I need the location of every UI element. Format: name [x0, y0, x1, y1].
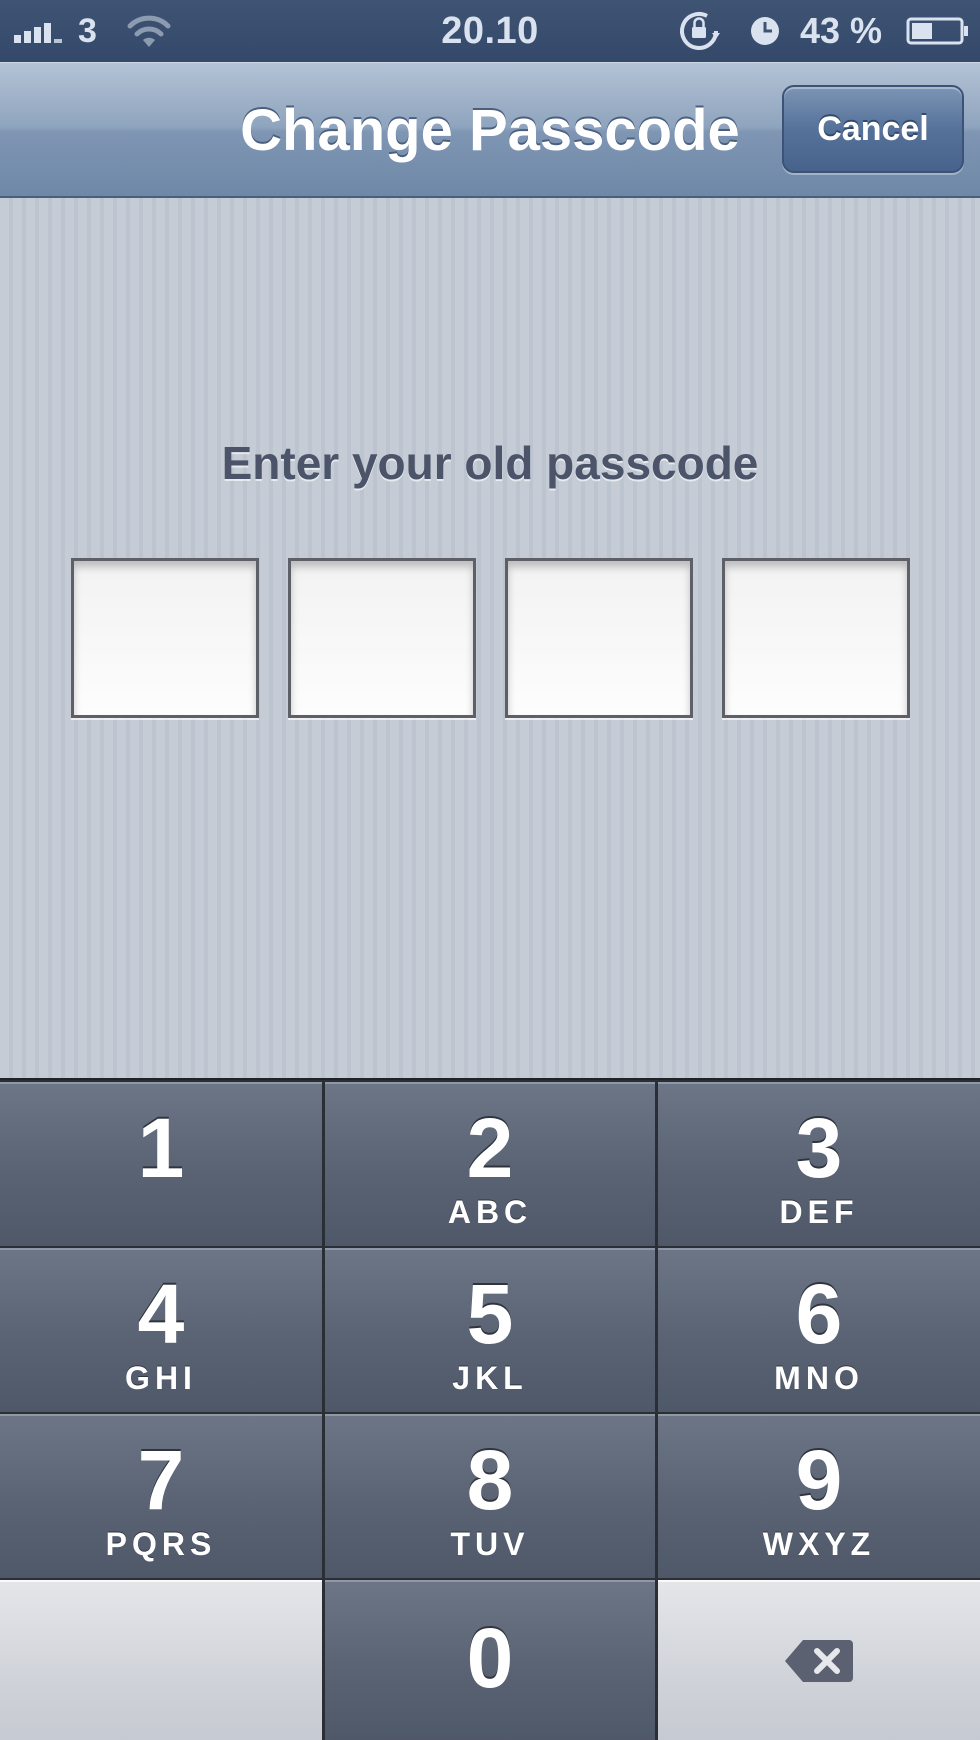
- key-5[interactable]: 5 JKL: [325, 1248, 655, 1412]
- key-0[interactable]: 0: [325, 1580, 655, 1740]
- keypad-blank-key: [0, 1580, 322, 1740]
- battery-icon: [906, 0, 970, 62]
- battery-fill: [912, 23, 932, 39]
- key-digit: 5: [466, 1267, 514, 1361]
- key-digit: 9: [795, 1433, 843, 1527]
- key-letters: PQRS: [105, 1526, 217, 1562]
- key-3[interactable]: 3 DEF: [658, 1082, 980, 1246]
- passcode-prompt: Enter your old passcode: [221, 437, 759, 489]
- key-letters: GHI: [125, 1360, 197, 1396]
- cancel-button[interactable]: Cancel: [782, 85, 964, 173]
- key-letters: DEF: [779, 1194, 859, 1230]
- key-7[interactable]: 7 PQRS: [0, 1414, 322, 1578]
- status-bar: 3 20.10 43 %: [0, 0, 980, 62]
- key-6[interactable]: 6 MNO: [658, 1248, 980, 1412]
- navigation-bar: Change Passcode Cancel: [0, 62, 980, 198]
- passcode-digit-field-1[interactable]: [71, 558, 259, 718]
- delete-key[interactable]: [658, 1580, 980, 1740]
- key-digit: 8: [466, 1433, 514, 1527]
- key-9[interactable]: 9 WXYZ: [658, 1414, 980, 1578]
- passcode-digit-field-2[interactable]: [288, 558, 476, 718]
- key-digit: 0: [466, 1611, 514, 1705]
- key-digit: 7: [137, 1433, 185, 1527]
- key-1[interactable]: 1: [0, 1082, 322, 1246]
- key-digit: 6: [795, 1267, 843, 1361]
- key-digit: 4: [137, 1267, 185, 1361]
- key-letters: WXYZ: [762, 1526, 876, 1562]
- key-8[interactable]: 8 TUV: [325, 1414, 655, 1578]
- key-digit: 1: [137, 1101, 185, 1195]
- key-digit: 2: [466, 1101, 514, 1195]
- passcode-digit-field-3[interactable]: [505, 558, 693, 718]
- key-2[interactable]: 2 ABC: [325, 1082, 655, 1246]
- backspace-icon: [658, 1580, 980, 1740]
- numeric-keypad: 1 2 ABC 3 DEF 4 GHI 5 JKL 6 MNO 7 PQRS 8…: [0, 1078, 980, 1740]
- key-letters: ABC: [447, 1194, 533, 1230]
- key-digit: 3: [795, 1101, 843, 1195]
- passcode-digit-field-4[interactable]: [722, 558, 910, 718]
- rotation-lock-icon: [676, 0, 730, 62]
- key-4[interactable]: 4 GHI: [0, 1248, 322, 1412]
- passcode-entry-area: Enter your old passcode: [0, 198, 980, 1078]
- key-letters: JKL: [452, 1360, 528, 1396]
- key-letters: TUV: [450, 1526, 530, 1562]
- key-letters: MNO: [774, 1360, 864, 1396]
- alarm-icon: [748, 0, 782, 62]
- battery-percent: 43 %: [800, 10, 883, 51]
